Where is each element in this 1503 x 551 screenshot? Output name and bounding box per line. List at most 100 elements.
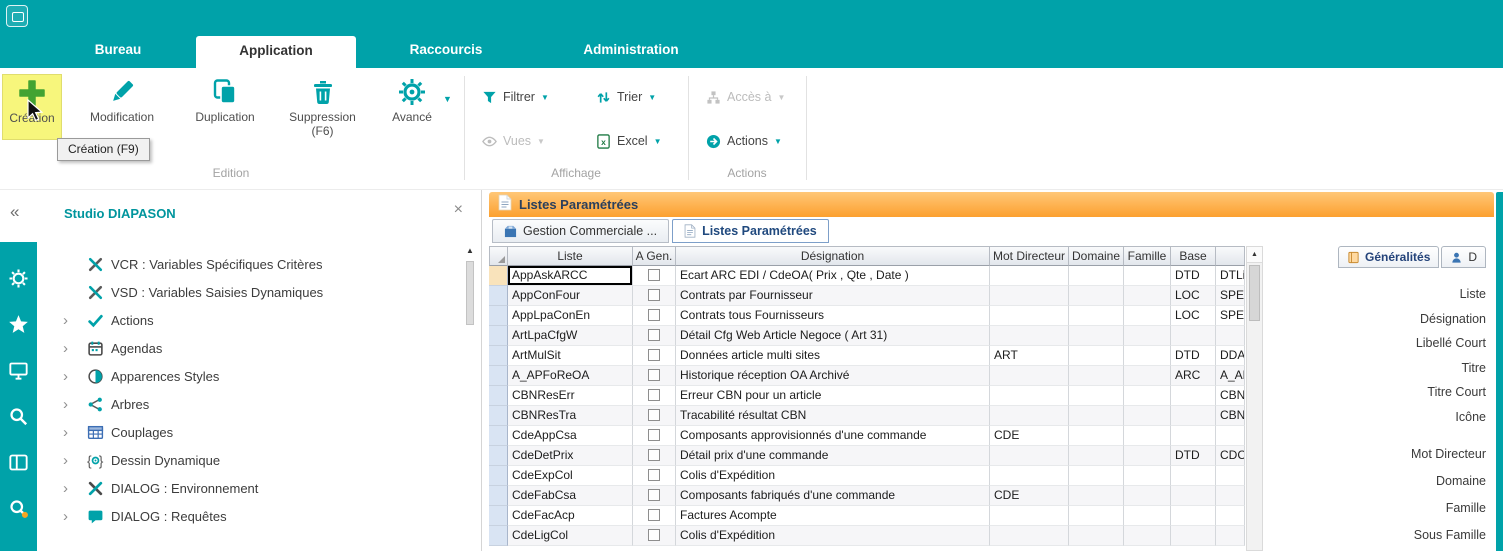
- cell-liste[interactable]: CdeFabCsa: [508, 486, 633, 506]
- cell-mot-directeur[interactable]: CDE: [990, 486, 1069, 506]
- row-selector[interactable]: [489, 326, 508, 346]
- cell-liste[interactable]: ArtLpaCfgW: [508, 326, 633, 346]
- checkbox[interactable]: [648, 409, 660, 421]
- cell-a-gen[interactable]: [633, 386, 676, 406]
- cell-base[interactable]: [1171, 406, 1216, 426]
- scroll-up-icon[interactable]: ▲: [1247, 247, 1262, 263]
- tree-item-dessin-dynamique[interactable]: › {} Dessin Dynamique: [37, 446, 465, 474]
- checkbox[interactable]: [648, 269, 660, 281]
- tab-gestion-commerciale[interactable]: Gestion Commerciale ...: [492, 219, 669, 243]
- cell-famille[interactable]: [1124, 266, 1171, 286]
- table-row[interactable]: A_APFoReOA Historique réception OA Archi…: [489, 366, 1263, 386]
- cell-famille[interactable]: [1124, 446, 1171, 466]
- cell-designation[interactable]: Historique réception OA Archivé: [676, 366, 990, 386]
- tab-raccourcis[interactable]: Raccourcis: [388, 32, 504, 68]
- cell-designation[interactable]: Erreur CBN pour un article: [676, 386, 990, 406]
- actions-button[interactable]: Actions ▼: [706, 130, 782, 152]
- avance-button[interactable]: Avancé: [375, 74, 449, 124]
- chevron-right-icon[interactable]: ›: [63, 313, 87, 328]
- tree-item-agendas[interactable]: › Agendas: [37, 334, 465, 362]
- cell-domaine[interactable]: [1069, 266, 1124, 286]
- column-header-partial[interactable]: [1216, 246, 1245, 266]
- cell-mot-directeur[interactable]: [990, 506, 1069, 526]
- cell-domaine[interactable]: [1069, 426, 1124, 446]
- acces-a-button[interactable]: Accès à ▼: [706, 86, 785, 108]
- scroll-up-icon[interactable]: ▲: [464, 246, 476, 256]
- column-header-domaine[interactable]: Domaine: [1069, 246, 1124, 266]
- cell-liste[interactable]: AppAskARCC: [508, 266, 633, 286]
- table-row[interactable]: AppConFour Contrats par Fournisseur LOC …: [489, 286, 1263, 306]
- docked-panel-strip[interactable]: [1496, 192, 1503, 551]
- checkbox[interactable]: [648, 509, 660, 521]
- tab-generalites[interactable]: Généralités: [1338, 246, 1439, 268]
- column-header-mot-directeur[interactable]: Mot Directeur: [990, 246, 1069, 266]
- cell-a-gen[interactable]: [633, 366, 676, 386]
- chevron-right-icon[interactable]: ›: [63, 453, 87, 468]
- cell-liste[interactable]: ArtMulSit: [508, 346, 633, 366]
- cell-extra[interactable]: CDC: [1216, 446, 1245, 466]
- table-row[interactable]: CdeDetPrix Détail prix d'une commande DT…: [489, 446, 1263, 466]
- cell-base[interactable]: [1171, 466, 1216, 486]
- cell-mot-directeur[interactable]: [990, 326, 1069, 346]
- modification-button[interactable]: Modification: [80, 74, 164, 124]
- cell-base[interactable]: [1171, 506, 1216, 526]
- cell-domaine[interactable]: [1069, 306, 1124, 326]
- cell-domaine[interactable]: [1069, 366, 1124, 386]
- row-selector[interactable]: [489, 266, 508, 286]
- table-row[interactable]: CdeFabCsa Composants fabriqués d'une com…: [489, 486, 1263, 506]
- cell-famille[interactable]: [1124, 326, 1171, 346]
- chevron-right-icon[interactable]: ›: [63, 341, 87, 356]
- cell-base[interactable]: LOC: [1171, 306, 1216, 326]
- cell-mot-directeur[interactable]: CDE: [990, 426, 1069, 446]
- cell-designation[interactable]: Ecart ARC EDI / CdeOA( Prix , Qte , Date…: [676, 266, 990, 286]
- cell-mot-directeur[interactable]: [990, 466, 1069, 486]
- cell-base[interactable]: [1171, 386, 1216, 406]
- tab-application[interactable]: Application: [196, 36, 356, 68]
- cell-base[interactable]: LOC: [1171, 286, 1216, 306]
- filtrer-button[interactable]: Filtrer ▼: [482, 86, 549, 108]
- row-selector[interactable]: [489, 386, 508, 406]
- duplication-button[interactable]: Duplication: [185, 74, 265, 124]
- star-icon[interactable]: [8, 314, 29, 335]
- checkbox[interactable]: [648, 349, 660, 361]
- tab-d-partial[interactable]: D: [1441, 246, 1486, 268]
- cell-a-gen[interactable]: [633, 306, 676, 326]
- tree-item-apparences-styles[interactable]: › Apparences Styles: [37, 362, 465, 390]
- cell-liste[interactable]: AppLpaConEn: [508, 306, 633, 326]
- cell-extra[interactable]: SPEA: [1216, 286, 1245, 306]
- cell-famille[interactable]: [1124, 366, 1171, 386]
- cell-domaine[interactable]: [1069, 326, 1124, 346]
- cell-mot-directeur[interactable]: [990, 526, 1069, 546]
- scrollbar-thumb[interactable]: [1249, 265, 1260, 321]
- cell-designation[interactable]: Détail Cfg Web Article Negoce ( Art 31): [676, 326, 990, 346]
- cell-extra[interactable]: [1216, 466, 1245, 486]
- tree-item-dialog-requetes[interactable]: › DIALOG : Requêtes: [37, 502, 465, 530]
- cell-liste[interactable]: A_APFoReOA: [508, 366, 633, 386]
- cell-extra[interactable]: DDA: [1216, 346, 1245, 366]
- tree-item-arbres[interactable]: › Arbres: [37, 390, 465, 418]
- cell-designation[interactable]: Détail prix d'une commande: [676, 446, 990, 466]
- table-row[interactable]: ArtMulSit Données article multi sites AR…: [489, 346, 1263, 366]
- chevron-right-icon[interactable]: ›: [63, 397, 87, 412]
- cell-designation[interactable]: Contrats tous Fournisseurs: [676, 306, 990, 326]
- cell-domaine[interactable]: [1069, 346, 1124, 366]
- cell-famille[interactable]: [1124, 526, 1171, 546]
- search-icon[interactable]: [8, 406, 29, 427]
- cell-domaine[interactable]: [1069, 446, 1124, 466]
- cell-a-gen[interactable]: [633, 406, 676, 426]
- row-selector[interactable]: [489, 486, 508, 506]
- column-header-designation[interactable]: Désignation: [676, 246, 990, 266]
- excel-button[interactable]: x Excel ▼: [596, 130, 662, 152]
- cell-a-gen[interactable]: [633, 466, 676, 486]
- cell-base[interactable]: DTD: [1171, 266, 1216, 286]
- cell-base[interactable]: ARC: [1171, 366, 1216, 386]
- row-selector[interactable]: [489, 506, 508, 526]
- table-vertical-scrollbar[interactable]: ▲: [1246, 246, 1263, 551]
- cell-mot-directeur[interactable]: [990, 386, 1069, 406]
- cell-base[interactable]: [1171, 326, 1216, 346]
- cell-mot-directeur[interactable]: [990, 306, 1069, 326]
- chevron-right-icon[interactable]: ›: [63, 425, 87, 440]
- cell-extra[interactable]: DTLi: [1216, 266, 1245, 286]
- checkbox[interactable]: [648, 329, 660, 341]
- row-selector[interactable]: [489, 286, 508, 306]
